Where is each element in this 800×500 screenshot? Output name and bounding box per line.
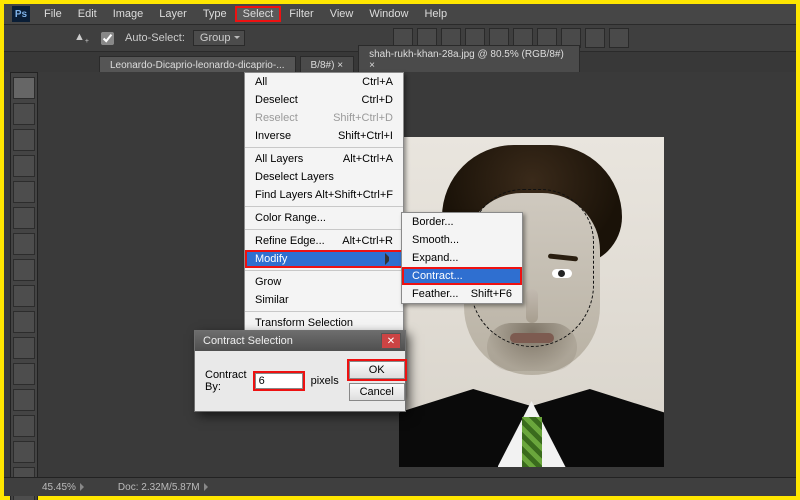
stamp-tool-icon[interactable]	[13, 285, 35, 307]
lasso-tool-icon[interactable]	[13, 129, 35, 151]
dialog-titlebar[interactable]: Contract Selection ✕	[195, 331, 405, 351]
menu-file[interactable]: File	[36, 6, 70, 22]
submenu-item-expand[interactable]: Expand...	[402, 249, 522, 267]
menu-separator	[245, 270, 403, 271]
menu-item-inverse[interactable]: InverseShift+Ctrl+I	[245, 127, 403, 145]
submenu-item-feather[interactable]: Feather...Shift+F6	[402, 285, 522, 303]
gradient-tool-icon[interactable]	[13, 363, 35, 385]
healing-tool-icon[interactable]	[13, 233, 35, 255]
unit-label: pixels	[311, 375, 339, 387]
contract-by-label: Contract By:	[205, 369, 247, 393]
menu-select[interactable]: Select	[235, 6, 282, 22]
zoom-level[interactable]: 45.45%	[42, 482, 88, 493]
status-bar: 45.45% Doc: 2.32M/5.87M	[4, 477, 796, 496]
menu-item-all[interactable]: AllCtrl+A	[245, 73, 403, 91]
modify-submenu: Border... Smooth... Expand... Contract..…	[401, 212, 523, 304]
menu-window[interactable]: Window	[361, 6, 416, 22]
brush-tool-icon[interactable]	[13, 259, 35, 281]
workspace: AllCtrl+A DeselectCtrl+D ReselectShift+C…	[4, 72, 796, 478]
eyedropper-tool-icon[interactable]	[13, 207, 35, 229]
marquee-tool-icon[interactable]	[13, 103, 35, 125]
chevron-right-icon	[204, 483, 212, 491]
menu-item-deselect-layers[interactable]: Deselect Layers	[245, 168, 403, 186]
crop-tool-icon[interactable]	[13, 181, 35, 203]
eraser-tool-icon[interactable]	[13, 337, 35, 359]
menu-item-refine-edge[interactable]: Refine Edge...Alt+Ctrl+R	[245, 232, 403, 250]
auto-select-target-combo[interactable]: Group	[193, 30, 246, 46]
doc-tab-label: shah-rukh-khan-28a.jpg @ 80.5% (RGB/8#) …	[369, 49, 569, 71]
move-tool-icon[interactable]	[13, 77, 35, 99]
doc-tab-label: Leonardo-Dicaprio-leonardo-dicaprio-...	[110, 60, 285, 71]
doc-tab[interactable]: shah-rukh-khan-28a.jpg @ 80.5% (RGB/8#) …	[358, 45, 580, 74]
menu-separator	[245, 147, 403, 148]
tie-shape	[522, 417, 542, 467]
contract-selection-dialog: Contract Selection ✕ Contract By: pixels…	[194, 330, 406, 412]
menu-separator	[245, 229, 403, 230]
menu-help[interactable]: Help	[416, 6, 455, 22]
menu-item-modify[interactable]: Modify	[245, 250, 403, 268]
menu-item-similar[interactable]: Similar	[245, 291, 403, 309]
move-tool-icon: ▲+	[74, 31, 89, 45]
contract-by-highlight	[253, 371, 305, 391]
quick-select-tool-icon[interactable]	[13, 155, 35, 177]
document-tabs: Leonardo-Dicaprio-leonardo-dicaprio-... …	[4, 52, 796, 74]
blur-tool-icon[interactable]	[13, 389, 35, 411]
menu-item-color-range[interactable]: Color Range...	[245, 209, 403, 227]
menu-item-reselect: ReselectShift+Ctrl+D	[245, 109, 403, 127]
menu-image[interactable]: Image	[105, 6, 152, 22]
dialog-title: Contract Selection	[203, 335, 293, 347]
doc-tab-label: B/8#) ×	[311, 60, 344, 71]
menu-item-find-layers[interactable]: Find LayersAlt+Shift+Ctrl+F	[245, 186, 403, 204]
menu-separator	[245, 206, 403, 207]
menu-type[interactable]: Type	[195, 6, 235, 22]
tools-panel	[10, 72, 38, 500]
auto-select-checkbox[interactable]	[101, 32, 114, 45]
dodge-tool-icon[interactable]	[13, 415, 35, 437]
close-icon[interactable]: ✕	[381, 333, 401, 349]
pen-tool-icon[interactable]	[13, 441, 35, 463]
menu-item-grow[interactable]: Grow	[245, 273, 403, 291]
menu-view[interactable]: View	[322, 6, 362, 22]
chevron-right-icon	[80, 483, 88, 491]
distribute-icon[interactable]	[585, 28, 605, 48]
menu-item-all-layers[interactable]: All LayersAlt+Ctrl+A	[245, 150, 403, 168]
history-brush-tool-icon[interactable]	[13, 311, 35, 333]
menu-layer[interactable]: Layer	[151, 6, 195, 22]
ok-button[interactable]: OK	[349, 361, 405, 379]
dialog-body: Contract By: pixels OK Cancel	[195, 351, 405, 411]
auto-select-label: Auto-Select:	[125, 32, 185, 44]
menubar: Ps File Edit Image Layer Type Select Fil…	[4, 4, 796, 24]
app-window: Ps File Edit Image Layer Type Select Fil…	[0, 0, 800, 500]
menu-item-deselect[interactable]: DeselectCtrl+D	[245, 91, 403, 109]
menu-separator	[245, 311, 403, 312]
distribute-icon[interactable]	[609, 28, 629, 48]
photoshop-logo-icon: Ps	[12, 6, 30, 22]
menu-edit[interactable]: Edit	[70, 6, 105, 22]
menu-filter[interactable]: Filter	[281, 6, 321, 22]
submenu-item-contract[interactable]: Contract...	[402, 267, 522, 285]
doc-info[interactable]: Doc: 2.32M/5.87M	[118, 482, 212, 493]
cancel-button[interactable]: Cancel	[349, 383, 405, 401]
submenu-item-smooth[interactable]: Smooth...	[402, 231, 522, 249]
submenu-item-border[interactable]: Border...	[402, 213, 522, 231]
contract-by-input[interactable]	[255, 373, 303, 389]
